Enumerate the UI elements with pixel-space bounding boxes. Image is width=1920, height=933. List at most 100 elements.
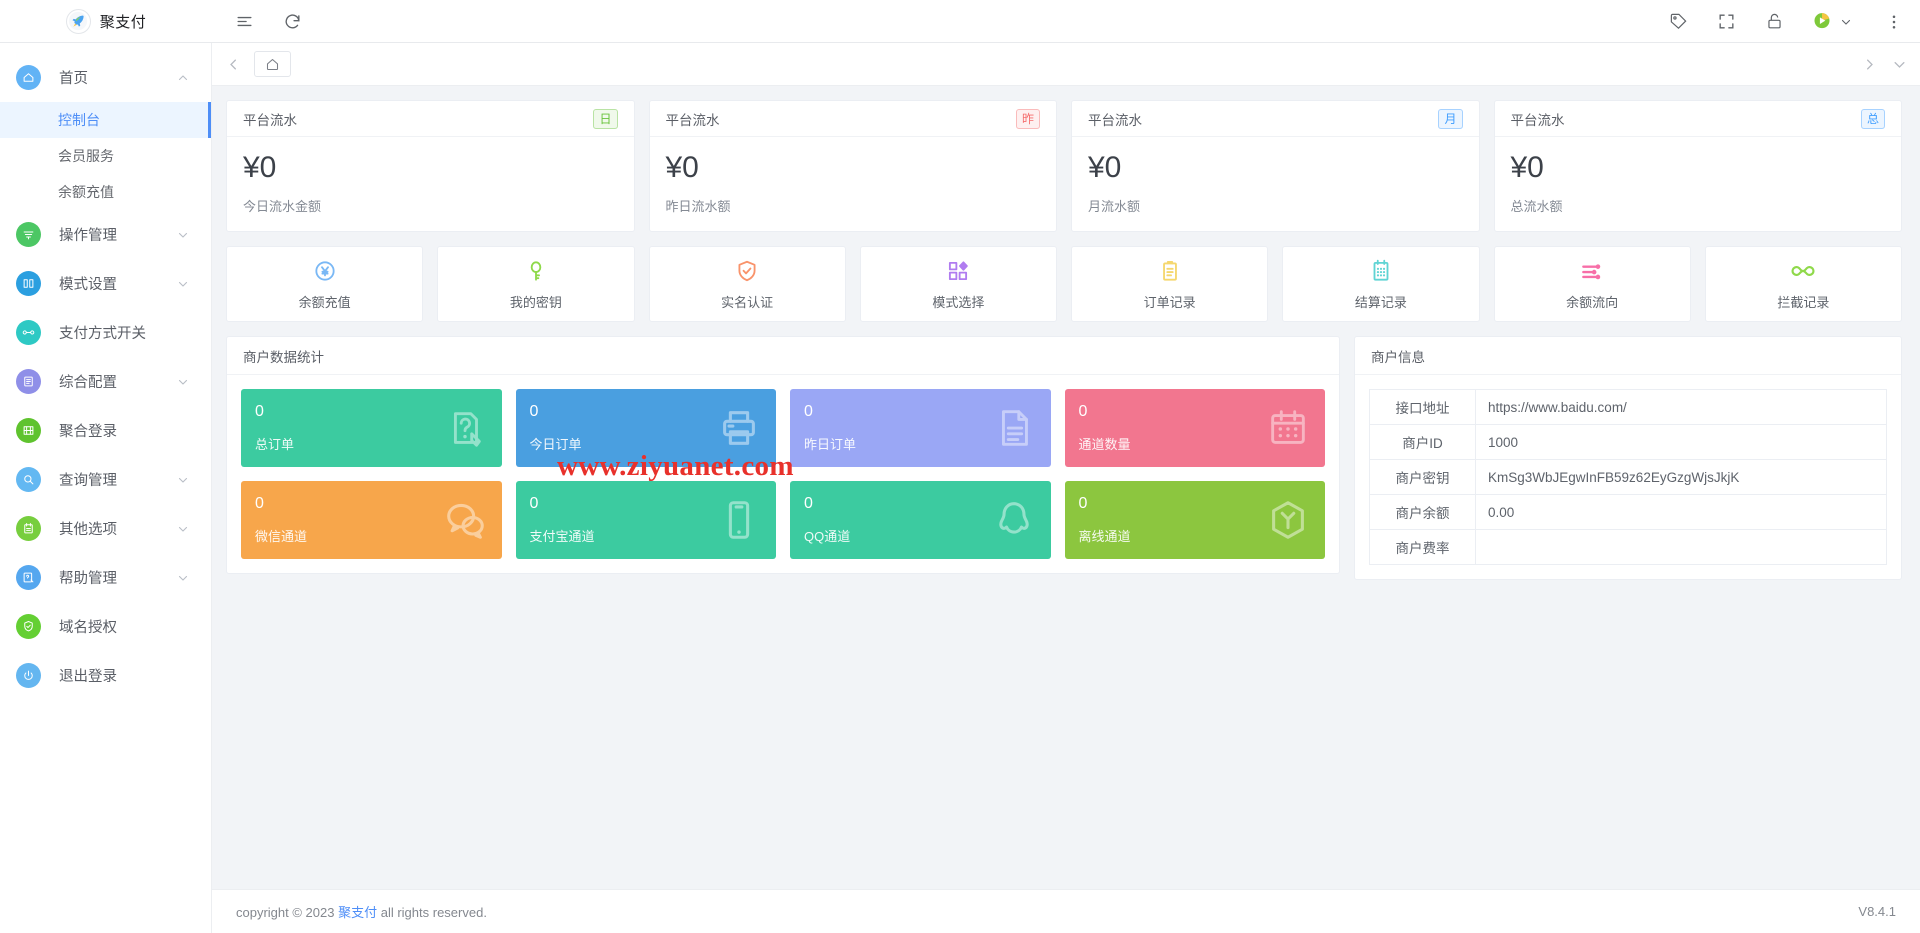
card-caption: 总流水额 [1510, 199, 1563, 214]
sidebar-group-6: 查询管理 [0, 455, 211, 504]
content-column: 平台流水日 ¥0 今日流水金额 平台流水昨 ¥0 昨日流水额 平台流水月 ¥0 月流水额 平台流水… [212, 43, 1920, 933]
chevron-up-icon[interactable] [177, 72, 189, 84]
sidebar-item-8[interactable]: 帮助管理 [0, 553, 211, 602]
card-value: ¥0 [1510, 151, 1544, 184]
sidebar-item-label: 查询管理 [59, 473, 117, 489]
avatar[interactable] [1812, 12, 1832, 32]
info-value [1475, 529, 1887, 565]
chevron-down-icon[interactable] [177, 523, 189, 535]
quick-action-7[interactable]: 拦截记录 [1704, 246, 1902, 322]
tab-dropdown-arrow[interactable] [1884, 43, 1914, 86]
quick-action-label: 拦截记录 [1777, 295, 1830, 310]
sidebar-item-label: 首页 [59, 71, 88, 87]
platform-flow-card-1: 平台流水 昨 ¥0 昨日流水额 [648, 100, 1057, 232]
tab-home[interactable] [254, 51, 291, 77]
stat-tile-1[interactable]: 0 今日订单 [515, 389, 776, 467]
sidebar-subitem-0-1[interactable]: 会员服务 [0, 138, 211, 174]
period-badge: 总 [1860, 108, 1885, 129]
aggregate-login-icon [16, 418, 41, 443]
sidebar-group-1: 操作管理 [0, 210, 211, 259]
info-row: 商户密钥 KmSg3WbJEgwInFB59z62EyGzgWjsJkjK [1369, 459, 1887, 495]
stat-tile-3[interactable]: 0 通道数量 [1064, 389, 1325, 467]
sidebar-item-label: 操作管理 [59, 228, 117, 244]
browser-right-icons [1668, 0, 1904, 43]
card-caption: 昨日流水额 [665, 199, 731, 214]
quick-action-label: 实名认证 [721, 295, 774, 310]
chevron-down-icon[interactable] [177, 278, 189, 290]
quick-action-2[interactable]: 实名认证 [648, 246, 846, 322]
sidebar-group-7: 其他选项 [0, 504, 211, 553]
card-value: ¥0 [1088, 151, 1122, 184]
platform-flow-card-2: 平台流水 月 ¥0 月流水额 [1071, 100, 1480, 232]
chevron-down-icon[interactable] [177, 474, 189, 486]
lower-section: 商户数据统计 0 总订单 0 今日订单 0 昨日订单 0 通道数量 0 微信通道 0 支付宝通道 0 QQ… [226, 336, 1902, 580]
yen-circle-icon [312, 257, 338, 285]
sidebar-item-2[interactable]: 模式设置 [0, 259, 211, 308]
sidebar-subitem-0-0[interactable]: 控制台 [0, 102, 211, 138]
browser-left-icons [234, 11, 302, 31]
sidebar-item-4[interactable]: 综合配置 [0, 357, 211, 406]
sidebar-item-10[interactable]: 退出登录 [0, 651, 211, 700]
copyright-text: copyright © 2023 聚支付 all rights reserved… [236, 902, 487, 921]
sidebar-item-9[interactable]: 域名授权 [0, 602, 211, 651]
fullscreen-icon[interactable] [1716, 12, 1736, 32]
profile-avatar[interactable] [1812, 12, 1856, 32]
lock-icon[interactable] [1764, 12, 1784, 32]
tab-next-arrow[interactable] [1854, 43, 1884, 86]
menu-icon[interactable] [234, 11, 254, 31]
sidebar-item-5[interactable]: 聚合登录 [0, 406, 211, 455]
info-row: 商户ID 1000 [1369, 424, 1887, 460]
sidebar-group-10: 退出登录 [0, 651, 211, 700]
sidebar-item-0[interactable]: 首页 [0, 53, 211, 102]
period-badge: 日 [593, 108, 618, 129]
platform-flow-card-3: 平台流水 总 ¥0 总流水额 [1493, 100, 1902, 232]
merchant-info-title: 商户信息 [1355, 337, 1901, 375]
qq-penguin-icon [991, 497, 1037, 543]
stat-tile-5[interactable]: 0 支付宝通道 [515, 481, 776, 559]
chevron-down-icon[interactable] [1836, 12, 1856, 32]
info-key: 商户费率 [1369, 529, 1476, 565]
sidebar-subitem-0-2[interactable]: 余额充值 [0, 174, 211, 210]
chevron-down-icon[interactable] [177, 376, 189, 388]
tag-icon[interactable] [1668, 12, 1688, 32]
quick-action-3[interactable]: 模式选择 [859, 246, 1057, 322]
sidebar-item-label: 其他选项 [59, 522, 117, 538]
sidebar-item-7[interactable]: 其他选项 [0, 504, 211, 553]
reload-icon[interactable] [282, 11, 302, 31]
info-row: 商户费率 [1369, 529, 1887, 565]
card-header: 平台流水 昨 [649, 101, 1056, 137]
quick-action-0[interactable]: 余额充值 [226, 246, 424, 322]
chevron-down-icon[interactable] [177, 572, 189, 584]
merchant-info-table: 接口地址 https://www.baidu.com/商户ID 1000 商户密钥 Km… [1369, 389, 1887, 565]
card-caption: 今日流水金额 [243, 199, 322, 214]
chevron-down-icon[interactable] [177, 229, 189, 241]
payment-switch-icon [16, 320, 41, 345]
card-body: ¥0 昨日流水额 [650, 137, 1057, 231]
sidebar-item-1[interactable]: 操作管理 [0, 210, 211, 259]
sidebar-group-2: 模式设置 [0, 259, 211, 308]
sidebar-item-6[interactable]: 查询管理 [0, 455, 211, 504]
card-value: ¥0 [243, 151, 277, 184]
stat-tile-4[interactable]: 0 微信通道 [241, 481, 502, 559]
card-body: ¥0 月流水额 [1072, 137, 1479, 231]
stat-tile-0[interactable]: 0 总订单 [241, 389, 502, 467]
stat-tile-2[interactable]: 0 昨日订单 [790, 389, 1051, 467]
brand-link[interactable]: 聚支付 [338, 905, 377, 920]
document-list-icon [991, 405, 1037, 451]
other-options-icon [16, 516, 41, 541]
clipboard-icon [1157, 257, 1183, 285]
sidebar-item-3[interactable]: 支付方式开关 [0, 308, 211, 357]
quick-action-label: 余额流向 [1566, 295, 1619, 310]
quick-action-1[interactable]: 我的密钥 [437, 246, 635, 322]
merchant-info-body: 接口地址 https://www.baidu.com/商户ID 1000 商户密钥 Km… [1355, 375, 1901, 579]
period-badge: 月 [1438, 108, 1463, 129]
tab-bar [212, 43, 1920, 86]
tab-prev-arrow[interactable] [218, 43, 248, 86]
quick-action-4[interactable]: 订单记录 [1071, 246, 1269, 322]
stat-tile-6[interactable]: 0 QQ通道 [790, 481, 1051, 559]
quick-action-6[interactable]: 余额流向 [1493, 246, 1691, 322]
stat-tile-7[interactable]: 0 离线通道 [1064, 481, 1325, 559]
quick-action-5[interactable]: 结算记录 [1282, 246, 1480, 322]
more-vertical-icon[interactable] [1884, 12, 1904, 32]
quick-action-cards: 余额充值 我的密钥 实名认证 模式选择 订单记录 结算记录 余额流向 拦截记录 [226, 246, 1902, 322]
